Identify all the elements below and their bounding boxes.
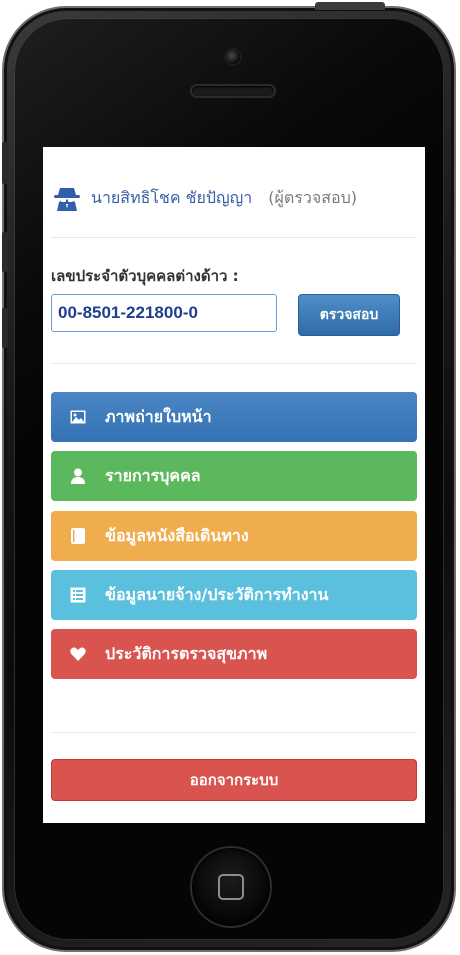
home-square-icon <box>218 874 244 900</box>
menu-item-label: ภาพถ่ายใบหน้า <box>105 406 212 426</box>
user-icon <box>69 467 87 485</box>
menu-item-label: ข้อมูลนายจ้าง/ประวัติการทำงาน <box>105 584 329 604</box>
id-label: เลขประจำตัวบุคคลต่างด้าว : <box>51 267 239 285</box>
image-icon <box>69 408 87 426</box>
home-button <box>192 848 270 926</box>
menu-item-label: ประวัติการตรวจสุขภาพ <box>105 643 268 663</box>
menu-item-label: ข้อมูลหนังสือเดินทาง <box>105 525 249 545</box>
menu-item-person-list[interactable]: รายการบุคคล <box>51 451 417 501</box>
user-header: นายสิทธิโชค ชัยปัญญา (ผู้ตรวจสอบ) <box>53 183 413 213</box>
check-button[interactable]: ตรวจสอบ <box>298 294 400 336</box>
list-alt-icon <box>69 586 87 604</box>
book-icon <box>69 527 87 545</box>
user-name: นายสิทธิโชค ชัยปัญญา <box>91 187 253 207</box>
heart-icon <box>69 645 87 663</box>
menu-item-employer-history[interactable]: ข้อมูลนายจ้าง/ประวัติการทำงาน <box>51 570 417 620</box>
power-button <box>315 2 385 10</box>
front-camera <box>226 50 240 64</box>
menu-item-health-history[interactable]: ประวัติการตรวจสุขภาพ <box>51 629 417 679</box>
app-screen: นายสิทธิโชค ชัยปัญญา (ผู้ตรวจสอบ) เลขประ… <box>43 147 425 823</box>
user-role: (ผู้ตรวจสอบ) <box>268 187 357 207</box>
volume-up-button <box>2 232 8 272</box>
menu-item-passport-info[interactable]: ข้อมูลหนังสือเดินทาง <box>51 511 417 561</box>
id-input[interactable] <box>51 294 277 332</box>
spy-icon <box>54 188 80 211</box>
mute-switch <box>2 142 8 184</box>
divider <box>51 363 417 364</box>
menu-item-label: รายการบุคคล <box>105 465 201 485</box>
divider <box>51 237 417 238</box>
menu-item-face-photo[interactable]: ภาพถ่ายใบหน้า <box>51 392 417 442</box>
earpiece-speaker <box>192 86 274 96</box>
divider <box>51 732 417 733</box>
volume-down-button <box>2 308 8 348</box>
logout-button[interactable]: ออกจากระบบ <box>51 759 417 801</box>
